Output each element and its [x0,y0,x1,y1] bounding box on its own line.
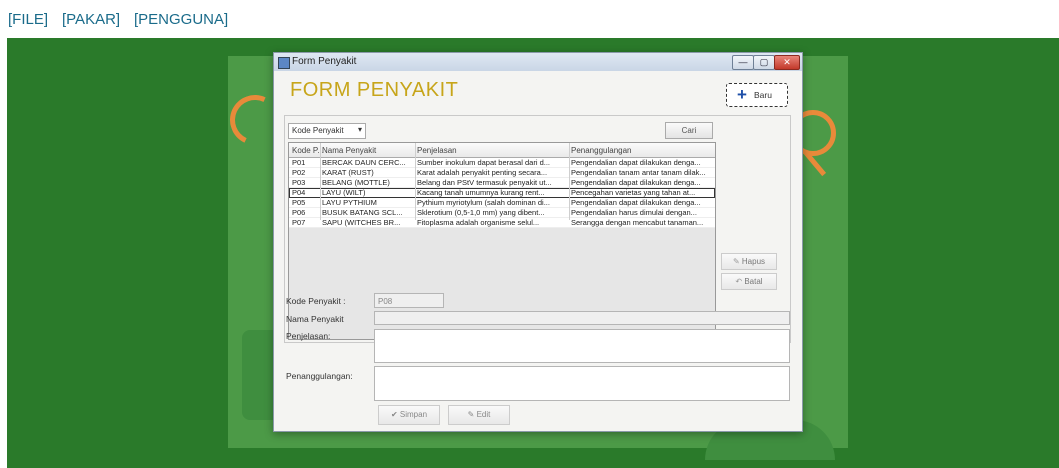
menu-file[interactable]: [FILE] [8,11,48,28]
chevron-down-icon: ▾ [357,125,362,134]
kode-penyakit-label: Kode Penyakit : [286,296,346,306]
cell-penanggulangan: Pengendalian dapat dilakukan denga... [571,158,701,167]
cell-penanggulangan: Pengendalian tanam antar tanam dilak... [571,168,706,177]
window-titlebar[interactable]: Form Penyakit — ▢ ✕ [274,53,802,71]
table-row[interactable]: P01 BERCAK DAUN CERC... Sumber inokulum … [289,158,715,168]
undo-icon: ↶ [735,277,743,286]
cell-kode: P02 [292,168,306,177]
table-header: Kode P... Nama Penyakit Penjelasan Penan… [289,143,715,158]
penanggulangan-textarea[interactable] [374,366,790,401]
hapus-label: Hapus [741,257,766,266]
edit-button[interactable]: ✎ Edit [448,405,510,425]
table-row[interactable]: P02 KARAT (RUST) Karat adalah penyakit p… [289,168,715,178]
kode-penyakit-value: P08 [378,297,393,306]
minimize-button[interactable]: — [732,55,754,70]
menu-bar: [FILE] [PAKAR] [PENGGUNA] [0,0,1059,38]
column-header-nama[interactable]: Nama Penyakit [322,146,376,155]
baru-button[interactable]: + Baru [726,83,788,107]
form-penyakit-window: Form Penyakit — ▢ ✕ FORM PENYAKIT + Baru… [273,52,803,432]
column-divider [569,143,570,220]
table-row[interactable]: P06 BUSUK BATANG SCL... Sklerotium (0,5-… [289,208,715,218]
table-row[interactable]: P03 BELANG (MOTTLE) Belang dan PStV term… [289,178,715,188]
batal-button[interactable]: ↶ Batal [721,273,777,290]
cell-nama: LAYU (WILT) [322,188,366,197]
cell-penjelasan: Kacang tanah umumnya kurang rent... [417,188,545,197]
cell-kode: P06 [292,208,306,217]
cell-penjelasan: Belang dan PStV termasuk penyakit ut... [417,178,552,187]
column-header-penjelasan[interactable]: Penjelasan [417,146,457,155]
simpan-button[interactable]: ✔ Simpan [378,405,440,425]
hapus-button[interactable]: ✎ Hapus [721,253,777,270]
edit-label: Edit [476,410,491,419]
cell-penanggulangan: Pengendalian dapat dilakukan denga... [571,178,701,187]
window-app-icon [278,57,290,69]
batal-label: Batal [744,277,763,286]
column-divider [415,143,416,220]
form-heading: FORM PENYAKIT [290,79,459,101]
cell-nama: SAPU (WITCHES BR... [322,218,401,227]
pencil-icon: ✎ [467,410,475,419]
cell-penanggulangan: Pengendalian dapat dilakukan denga... [571,198,701,207]
simpan-label: Simpan [399,410,428,419]
cell-kode: P07 [292,218,306,227]
window-title: Form Penyakit [292,56,357,67]
close-button[interactable]: ✕ [774,55,800,70]
cell-kode: P03 [292,178,306,187]
plus-icon: + [737,85,747,104]
baru-label: Baru [754,90,772,100]
cell-nama: BUSUK BATANG SCL... [322,208,403,217]
cell-nama: BELANG (MOTTLE) [322,178,390,187]
penjelasan-label: Penjelasan: [286,331,331,341]
cell-nama: KARAT (RUST) [322,168,374,177]
table-row-selected[interactable]: P04 LAYU (WILT) Kacang tanah umumnya kur… [289,188,715,198]
penanggulangan-label: Penanggulangan: [286,371,353,381]
cell-penanggulangan: Pengendalian harus dimulai dengan... [571,208,697,217]
search-combo-value: Kode Penyakit [292,126,344,135]
cell-kode: P05 [292,198,306,207]
cell-penanggulangan: Pencegahan varietas yang tahan at... [571,188,696,197]
nama-penyakit-field[interactable] [374,311,790,325]
cell-penjelasan: Sumber inokulum dapat berasal dari d... [417,158,550,167]
column-divider [320,143,321,220]
cell-penanggulangan: Serangga dengan mencabut tanaman... [571,218,704,227]
cell-kode: P01 [292,158,306,167]
table-body: P01 BERCAK DAUN CERC... Sumber inokulum … [289,158,715,228]
cell-nama: BERCAK DAUN CERC... [322,158,406,167]
cell-penjelasan: Pythium myriotylum (salah dominan di... [417,198,550,207]
cell-nama: LAYU PYTHIUM [322,198,377,207]
delete-icon: ✎ [732,257,740,266]
search-field-combo[interactable]: Kode Penyakit ▾ [288,123,366,139]
maximize-button[interactable]: ▢ [753,55,775,70]
table-row[interactable]: P05 LAYU PYTHIUM Pythium myriotylum (sal… [289,198,715,208]
table-row[interactable]: P07 SAPU (WITCHES BR... Fitoplasma adala… [289,218,715,228]
checkmark-icon: ✔ [390,410,398,419]
cell-penjelasan: Karat adalah penyakit penting secara... [417,168,548,177]
column-header-penanggulangan[interactable]: Penanggulangan [571,146,632,155]
cell-kode: P04 [292,188,306,197]
cari-button[interactable]: Cari [665,122,713,139]
menu-pengguna[interactable]: [PENGGUNA] [134,11,228,28]
kode-penyakit-field[interactable]: P08 [374,293,444,308]
nama-penyakit-label: Nama Penyakit [286,314,344,324]
cell-penjelasan: Sklerotium (0,5-1,0 mm) yang dibent... [417,208,545,217]
menu-pakar[interactable]: [PAKAR] [62,11,120,28]
cell-penjelasan: Fitoplasma adalah organisme selul... [417,218,540,227]
penjelasan-textarea[interactable] [374,329,790,363]
